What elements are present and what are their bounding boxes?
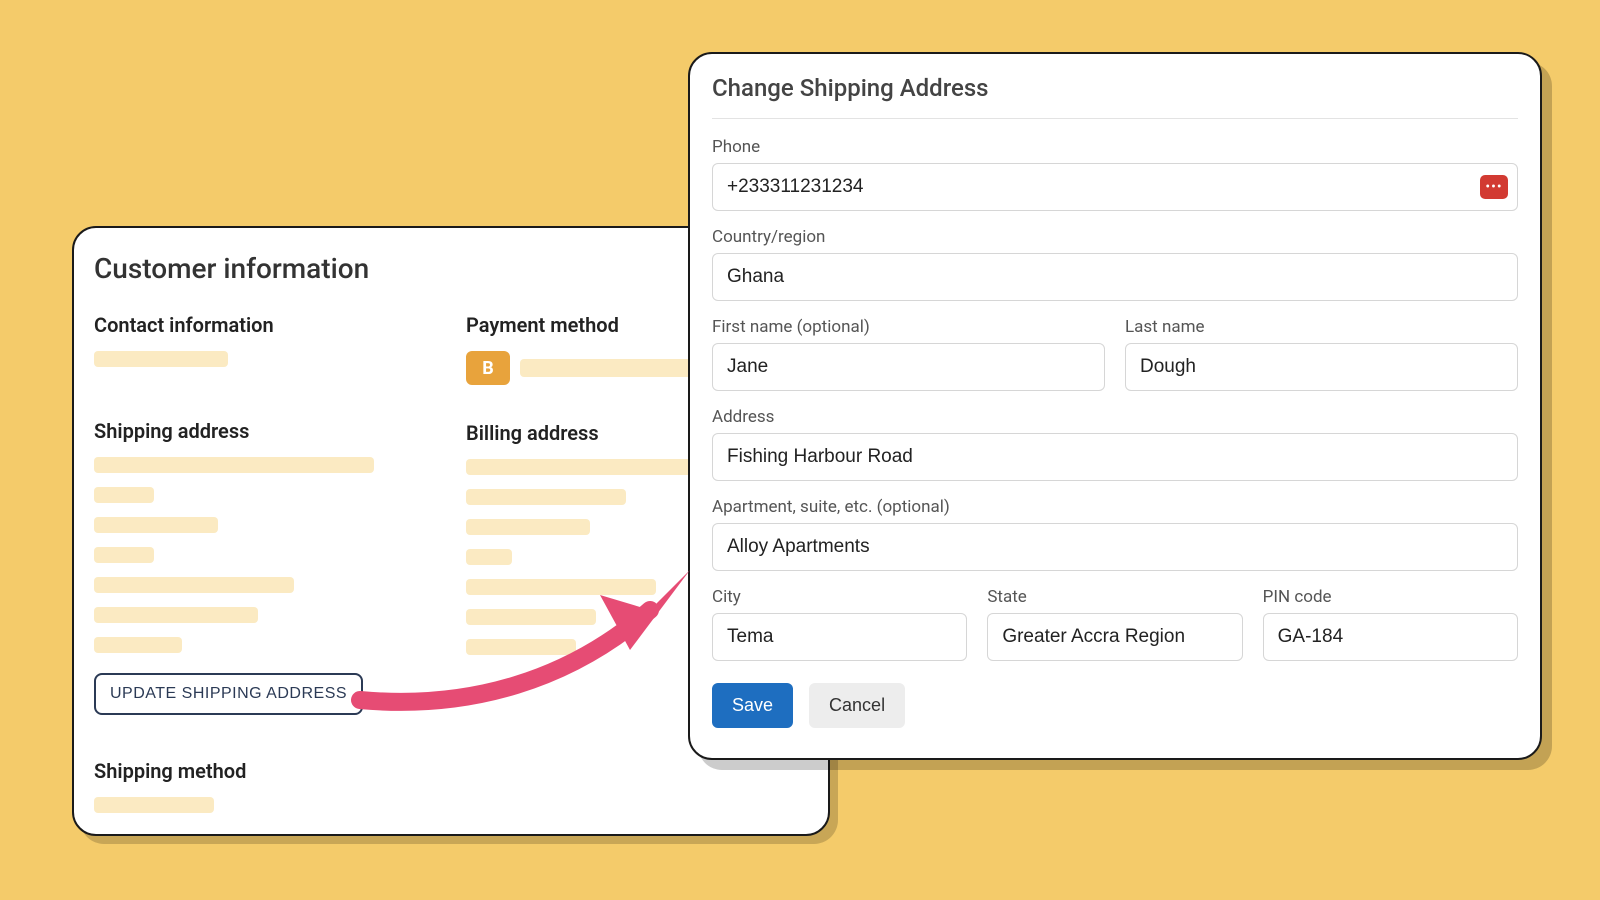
last-name-input[interactable] [1125, 343, 1518, 391]
autofill-badge-icon[interactable]: ••• [1480, 175, 1508, 199]
last-name-label: Last name [1125, 317, 1518, 337]
contact-info-heading: Contact information [94, 313, 436, 337]
country-label: Country/region [712, 227, 1518, 247]
pin-input[interactable] [1263, 613, 1518, 661]
redacted-line [94, 487, 154, 503]
redacted-line [466, 489, 626, 505]
update-shipping-address-button[interactable]: UPDATE SHIPPING ADDRESS [94, 673, 363, 715]
redacted-line [94, 577, 294, 593]
change-shipping-address-modal: Change Shipping Address Phone ••• Countr… [688, 52, 1542, 760]
phone-label: Phone [712, 137, 1518, 157]
state-label: State [987, 587, 1242, 607]
redacted-line [466, 459, 696, 475]
state-input[interactable] [987, 613, 1242, 661]
redacted-line [94, 637, 182, 653]
country-input[interactable] [712, 253, 1518, 301]
save-button[interactable]: Save [712, 683, 793, 728]
modal-title: Change Shipping Address [712, 74, 1518, 119]
address-label: Address [712, 407, 1518, 427]
redacted-line [94, 351, 228, 367]
redacted-line [466, 609, 596, 625]
redacted-line [466, 519, 590, 535]
city-input[interactable] [712, 613, 967, 661]
first-name-label: First name (optional) [712, 317, 1105, 337]
redacted-line [94, 547, 154, 563]
city-label: City [712, 587, 967, 607]
apartment-label: Apartment, suite, etc. (optional) [712, 497, 1518, 517]
cancel-button[interactable]: Cancel [809, 683, 905, 728]
redacted-line [466, 579, 656, 595]
redacted-line [94, 797, 214, 813]
redacted-line [466, 549, 512, 565]
phone-input[interactable] [712, 163, 1518, 211]
redacted-line [94, 457, 374, 473]
first-name-input[interactable] [712, 343, 1105, 391]
shipping-method-heading: Shipping method [94, 759, 808, 783]
address-input[interactable] [712, 433, 1518, 481]
redacted-line [94, 517, 218, 533]
payment-brand-badge: B [466, 351, 510, 385]
redacted-line [94, 607, 258, 623]
apartment-input[interactable] [712, 523, 1518, 571]
redacted-line [466, 639, 576, 655]
shipping-address-heading: Shipping address [94, 419, 436, 443]
pin-label: PIN code [1263, 587, 1518, 607]
